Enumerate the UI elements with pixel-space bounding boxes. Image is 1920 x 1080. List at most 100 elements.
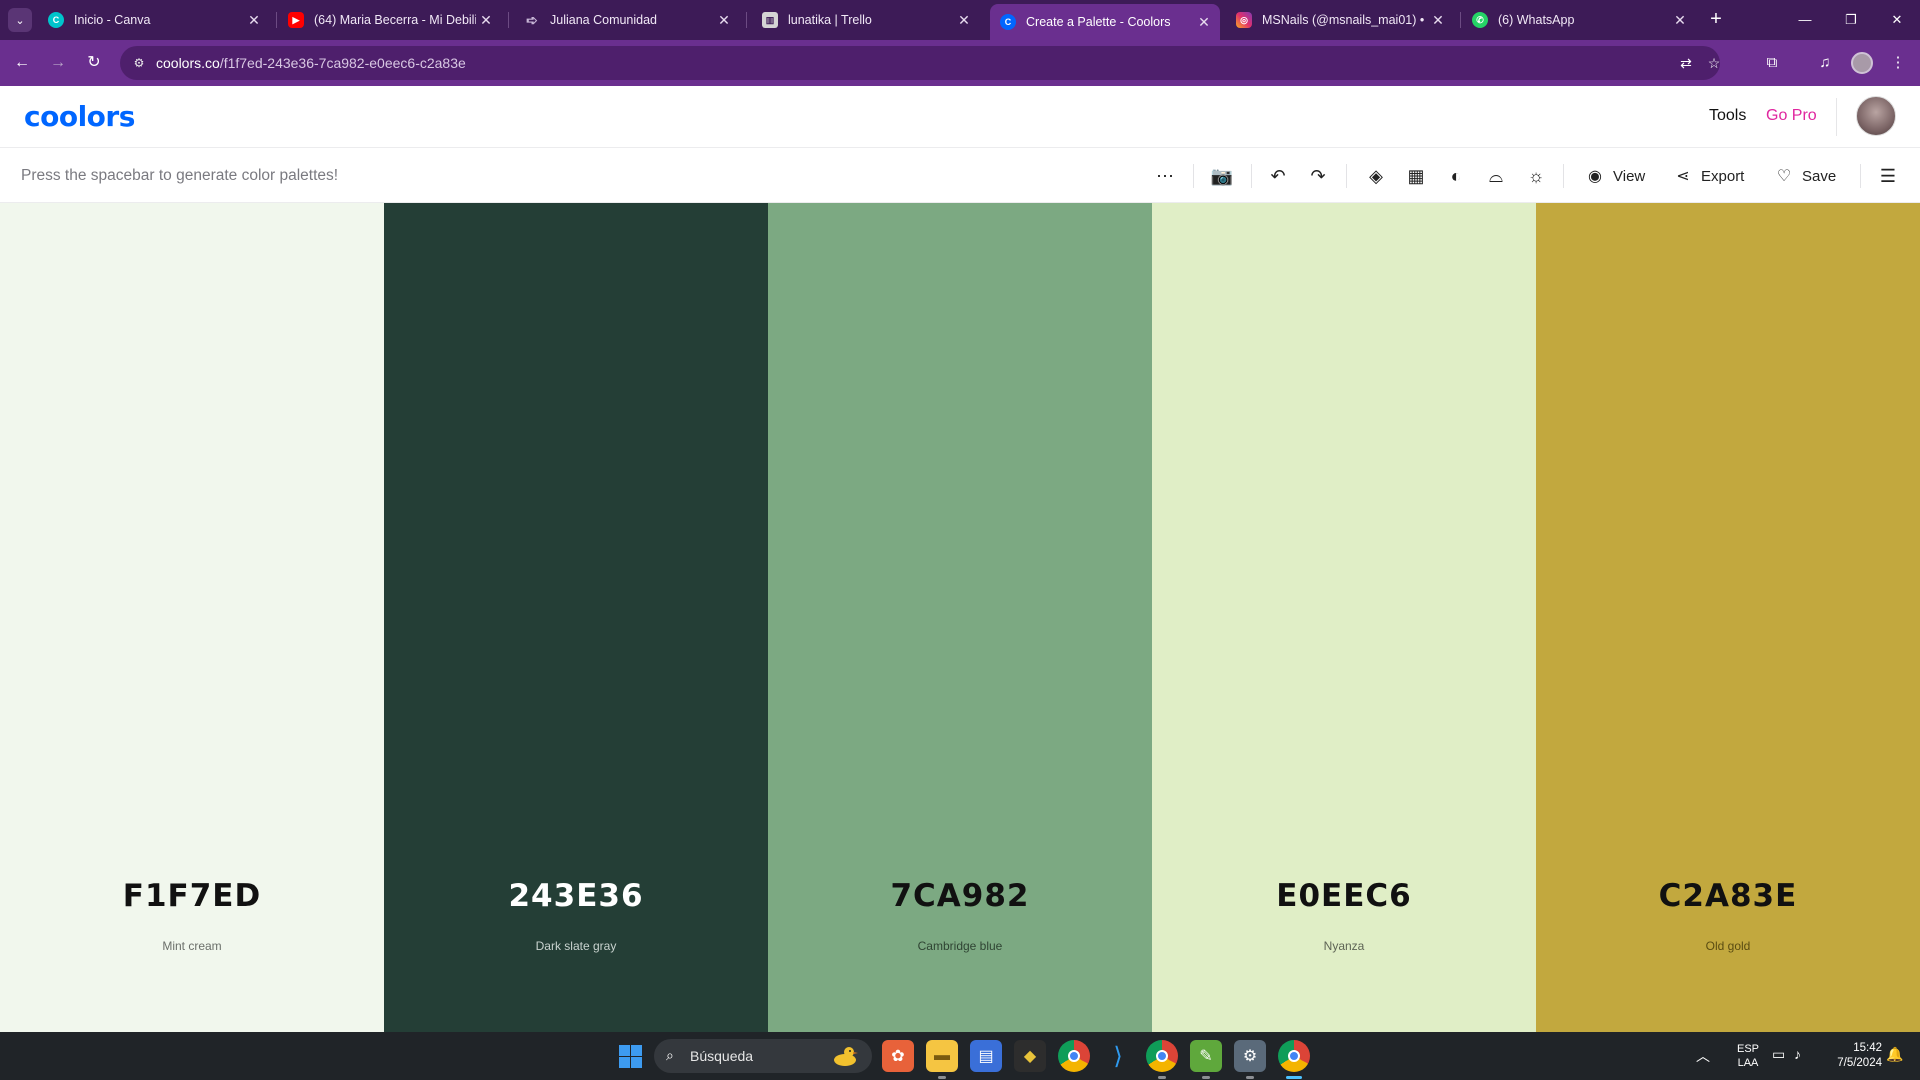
close-icon[interactable]: ✕	[1670, 12, 1690, 29]
tab-title: lunatika | Trello	[788, 13, 872, 27]
chrome-profile-icon[interactable]	[1146, 1040, 1178, 1072]
new-tab-button[interactable]: +	[1704, 8, 1728, 32]
tab-search-icon[interactable]: ⌄	[8, 8, 32, 32]
tab-separator	[276, 12, 277, 28]
color-swatch[interactable]: E0EEC6 Nyanza	[1152, 203, 1536, 1032]
back-button[interactable]: ←	[8, 49, 36, 77]
hex-code[interactable]: E0EEC6	[1152, 878, 1536, 914]
tools-link[interactable]: Tools	[1709, 107, 1746, 125]
close-icon[interactable]: ✕	[476, 12, 496, 29]
heart-icon: ♡	[1776, 168, 1792, 185]
reload-button[interactable]: ↻	[80, 49, 108, 77]
tab-instagram[interactable]: ◎ MSNails (@msnails_mai01) • Fotos ✕	[1226, 4, 1454, 36]
close-window-button[interactable]: ✕	[1874, 6, 1920, 34]
close-icon[interactable]: ✕	[1428, 12, 1448, 29]
save-button[interactable]: ♡ Save	[1774, 164, 1836, 188]
volume-icon[interactable]: ♪	[1794, 1046, 1801, 1062]
tab-whatsapp[interactable]: ✆ (6) WhatsApp ✕	[1462, 4, 1696, 36]
chrome-center	[1156, 1050, 1168, 1062]
restore-button[interactable]: ❐	[1828, 6, 1874, 34]
color-name: Mint cream	[162, 939, 222, 953]
running-indicator	[938, 1076, 946, 1079]
brightness-icon[interactable]: ☼	[1524, 164, 1548, 188]
color-swatch[interactable]: 243E36 Dark slate gray	[384, 203, 768, 1032]
chrome-center	[1288, 1050, 1300, 1062]
microsoft-store-icon[interactable]: ▤	[970, 1040, 1002, 1072]
color-name: Old gold	[1705, 939, 1751, 953]
shapes-icon[interactable]: ◈	[1364, 164, 1388, 188]
windows-taskbar: ⌕ Búsqueda ✿ ▬ ▤ ◆ ⟩ ✎ ⚙ ︿ ESP LAA ▭ ♪ 1…	[0, 1032, 1920, 1080]
undo-icon[interactable]: ↶	[1266, 164, 1290, 188]
network-icon[interactable]: ▭	[1772, 1046, 1785, 1063]
redo-icon[interactable]: ↷	[1306, 164, 1330, 188]
settings-icon[interactable]: ⚙	[1234, 1040, 1266, 1072]
color-swatch[interactable]: C2A83E Old gold	[1536, 203, 1920, 1032]
hex-code[interactable]: C2A83E	[1536, 878, 1920, 914]
forward-button[interactable]: →	[44, 49, 72, 77]
translate-icon[interactable]: ⇄	[1676, 53, 1696, 73]
search-icon: ⌕	[666, 1047, 674, 1063]
bookmark-star-icon[interactable]: ☆	[1704, 53, 1724, 73]
share-icon: ⋖	[1676, 168, 1690, 185]
tab-separator	[1460, 12, 1461, 28]
close-icon[interactable]: ✕	[954, 12, 974, 29]
url-path: /f1f7ed-243e36-7ca982-e0eec6-c2a83e	[219, 55, 466, 71]
coolors-logo[interactable]: coolors	[24, 100, 135, 133]
color-swatch[interactable]: 7CA982 Cambridge blue	[768, 203, 1152, 1032]
tab-youtube[interactable]: ▶ (64) Maria Becerra - Mi Debilidad ✕	[278, 4, 502, 36]
taskbar-search-label: Búsqueda	[690, 1048, 754, 1064]
chrome-icon[interactable]	[1058, 1040, 1090, 1072]
close-icon[interactable]: ✕	[714, 12, 734, 29]
start-logo-tile	[631, 1057, 642, 1068]
camera-icon[interactable]: 📷	[1210, 164, 1234, 188]
notification-bell-icon[interactable]: 🔔	[1886, 1046, 1903, 1063]
glasses-icon[interactable]: ⌓	[1484, 164, 1508, 188]
tab-canva[interactable]: C Inicio - Canva ✕	[38, 4, 270, 36]
site-info-icon[interactable]: ⚙	[130, 54, 148, 72]
browser-menu-icon[interactable]: ⋮	[1886, 51, 1910, 75]
address-bar[interactable]: ⚙ coolors.co/f1f7ed-243e36-7ca982-e0eec6…	[120, 46, 1720, 80]
browser-tab-strip: ⌄ C Inicio - Canva ✕ ▶ (64) Maria Becerr…	[0, 0, 1920, 40]
color-swatch[interactable]: F1F7ED Mint cream	[0, 203, 384, 1032]
git-icon[interactable]: ◆	[1014, 1040, 1046, 1072]
more-options-icon[interactable]: ⋯	[1153, 164, 1177, 188]
xampp-icon[interactable]: ✿	[882, 1040, 914, 1072]
hex-code[interactable]: 7CA982	[768, 878, 1152, 914]
clock[interactable]: 15:42 7/5/2024	[1822, 1041, 1882, 1071]
file-explorer-icon[interactable]: ▬	[926, 1040, 958, 1072]
vscode-icon[interactable]: ⟩	[1102, 1040, 1134, 1072]
generator-toolbar: Press the spacebar to generate color pal…	[0, 149, 1920, 203]
chrome-active-icon[interactable]	[1278, 1040, 1310, 1072]
instagram-icon: ◎	[1236, 12, 1252, 28]
notepad-icon[interactable]: ✎	[1190, 1040, 1222, 1072]
media-controls-icon[interactable]: ♫	[1813, 51, 1837, 75]
user-avatar[interactable]	[1856, 96, 1896, 136]
browser-profile-avatar[interactable]	[1851, 52, 1873, 74]
tab-trello[interactable]: ▥ lunatika | Trello ✕	[752, 4, 980, 36]
keyboard-layout: LAA	[1737, 1057, 1759, 1069]
save-label: Save	[1802, 167, 1837, 185]
taskbar-search[interactable]: ⌕ Búsqueda	[654, 1039, 872, 1073]
toolbar-divider	[1860, 164, 1861, 188]
export-button[interactable]: ⋖ Export	[1673, 164, 1744, 188]
hamburger-menu-icon[interactable]: ☰	[1876, 164, 1900, 188]
hex-code[interactable]: 243E36	[384, 878, 768, 914]
grid-icon[interactable]: ▦	[1404, 164, 1428, 188]
extensions-icon[interactable]: ⧉	[1760, 51, 1784, 75]
contrast-icon[interactable]: ◐	[1444, 164, 1468, 188]
view-button[interactable]: ◉ View	[1585, 164, 1645, 188]
url-text[interactable]: coolors.co/f1f7ed-243e36-7ca982-e0eec6-c…	[156, 55, 466, 71]
hex-code[interactable]: F1F7ED	[0, 878, 384, 914]
close-icon[interactable]: ✕	[1194, 14, 1214, 31]
toolbar-divider	[1346, 164, 1347, 188]
windows-start-icon[interactable]	[614, 1040, 646, 1072]
running-indicator	[1202, 1076, 1210, 1079]
close-icon[interactable]: ✕	[244, 12, 264, 29]
tab-juliana[interactable]: ➪ Juliana Comunidad ✕	[514, 4, 740, 36]
minimize-button[interactable]: —	[1782, 6, 1828, 34]
go-pro-link[interactable]: Go Pro	[1766, 107, 1817, 125]
clock-date: 7/5/2024	[1837, 1057, 1882, 1069]
language-indicator[interactable]: ESP LAA	[1733, 1042, 1763, 1070]
show-hidden-icons-chevron-icon[interactable]: ︿	[1696, 1046, 1710, 1066]
tab-coolors[interactable]: C Create a Palette - Coolors ✕	[990, 4, 1220, 40]
